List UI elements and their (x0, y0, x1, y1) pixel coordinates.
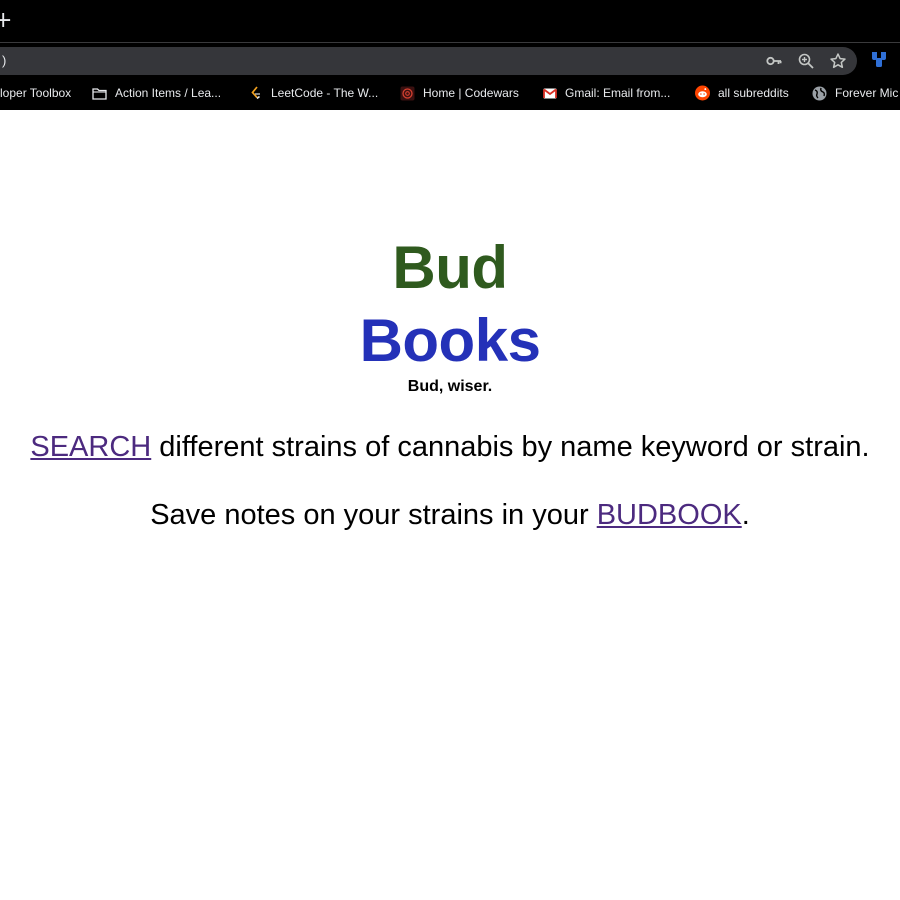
bookmark-codewars[interactable]: Home | Codewars (400, 84, 519, 102)
bookmark-star-icon[interactable] (829, 52, 847, 70)
budbook-link[interactable]: BUDBOOK (597, 499, 742, 531)
gmail-icon (542, 86, 557, 101)
page-content: Bud Books Bud, wiser. SEARCH different s… (0, 111, 900, 900)
bookmark-label: Action Items / Lea... (115, 86, 222, 100)
bookmark-label: loper Toolbox (0, 86, 72, 100)
budbook-paragraph: Save notes on your strains in your BUDBO… (0, 497, 900, 533)
codewars-icon (400, 86, 415, 101)
search-link[interactable]: SEARCH (30, 431, 151, 463)
notes-text: Save notes on your strains in your (150, 499, 597, 531)
bookmark-gmail[interactable]: Gmail: Email from... (542, 84, 670, 102)
bookmark-label: Gmail: Email from... (565, 86, 671, 100)
folder-icon (92, 86, 107, 101)
notes-period: . (741, 499, 750, 531)
address-bar[interactable]: ) (0, 47, 857, 75)
bookmark-leetcode[interactable]: LeetCode - The W... (248, 84, 378, 102)
bookmark-reddit[interactable]: all subreddits (695, 84, 789, 102)
browser-toolbar: ) (0, 43, 900, 76)
bookmark-label: Home | Codewars (423, 86, 519, 100)
bookmark-label: all subreddits (718, 86, 789, 100)
new-tab-button[interactable]: + (0, 10, 12, 32)
bookmark-developer-toolbox[interactable]: loper Toolbox (0, 84, 71, 102)
extension-icon[interactable] (870, 50, 888, 68)
bookmarks-bar: loper Toolbox Action Items / Lea... Leet… (0, 76, 900, 110)
bookmark-action-items[interactable]: Action Items / Lea... (92, 84, 221, 102)
reddit-icon (695, 85, 710, 101)
bookmark-forever-mic[interactable]: Forever Mic (812, 84, 898, 102)
globe-icon (812, 86, 827, 101)
bookmark-label: Forever Mic (835, 86, 899, 100)
leetcode-icon (248, 85, 263, 101)
zoom-icon[interactable] (797, 52, 815, 70)
search-description: different strains of cannabis by name ke… (151, 431, 870, 463)
tagline: Bud, wiser. (407, 378, 493, 395)
bookmark-label: LeetCode - The W... (271, 86, 379, 100)
key-icon[interactable] (765, 52, 783, 70)
url-text: ) (2, 53, 7, 68)
search-paragraph: SEARCH different strains of cannabis by … (0, 429, 900, 465)
site-title-bud: Bud (392, 234, 508, 301)
tab-strip: + (0, 0, 900, 43)
site-title-books: Books (359, 307, 541, 374)
